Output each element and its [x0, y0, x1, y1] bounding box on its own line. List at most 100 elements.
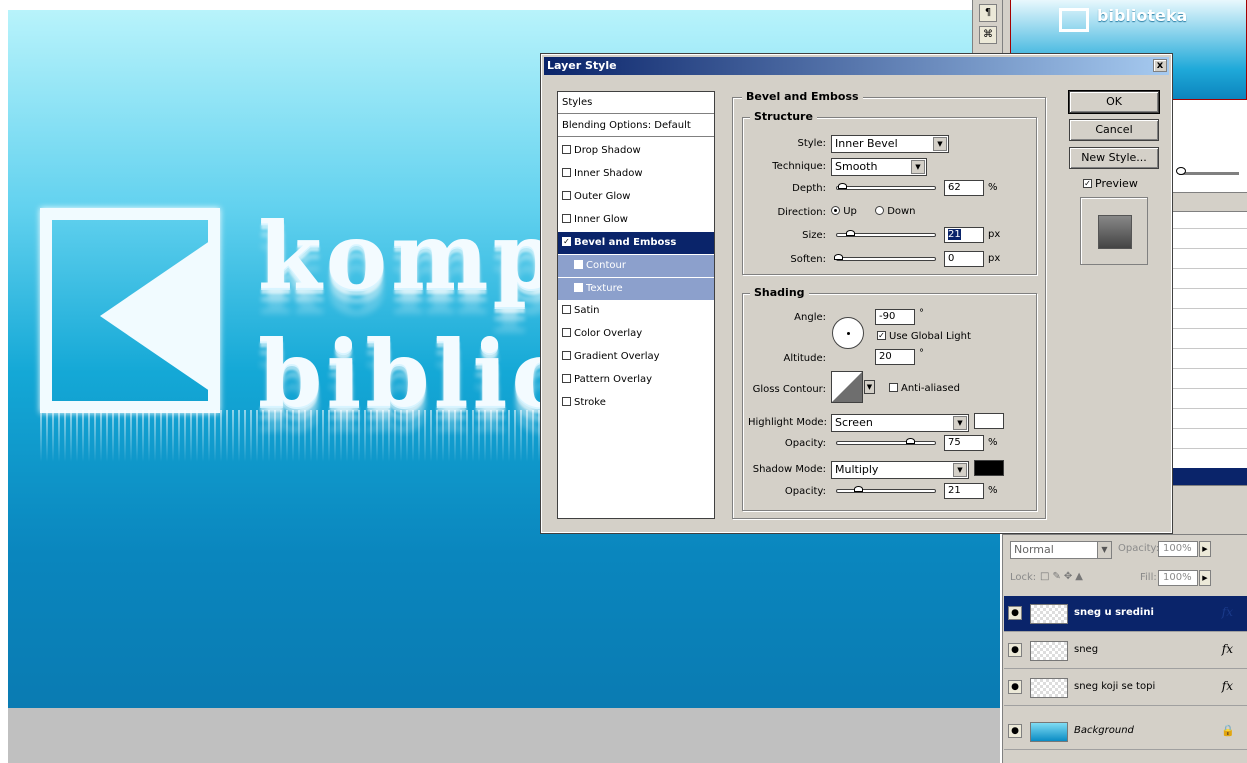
ok-button[interactable]: OK: [1068, 90, 1160, 114]
checkbox[interactable]: [562, 373, 571, 383]
preview-checkbox[interactable]: ✓ Preview: [1083, 177, 1138, 190]
size-label: Size:: [802, 230, 826, 241]
checkbox[interactable]: [562, 144, 571, 154]
chevron-down-icon[interactable]: ▼: [864, 380, 875, 394]
opacity-field[interactable]: 100%: [1158, 541, 1198, 557]
lock-icons[interactable]: □✎✥▲: [1040, 571, 1086, 582]
zoom-slider-thumb[interactable]: [1176, 167, 1186, 175]
highlight-opacity-slider[interactable]: [836, 441, 936, 445]
depth-field[interactable]: 62: [944, 180, 984, 196]
highlight-opacity-thumb[interactable]: [906, 438, 915, 444]
style-item-contour[interactable]: Contour: [558, 255, 714, 277]
checkbox[interactable]: [574, 259, 583, 269]
fx-icon[interactable]: fx: [1222, 679, 1233, 693]
style-preview: [1080, 197, 1148, 265]
shadow-color-swatch[interactable]: [974, 460, 1004, 476]
shadow-opacity-thumb[interactable]: [854, 486, 863, 492]
eye-icon[interactable]: ●: [1008, 643, 1022, 657]
soften-slider[interactable]: [836, 257, 936, 261]
styles-list-header[interactable]: Styles: [558, 92, 714, 114]
checkbox[interactable]: [562, 350, 571, 360]
size-slider-thumb[interactable]: [846, 230, 855, 236]
style-item-bevel-and-emboss[interactable]: ✓ Bevel and Emboss: [558, 232, 714, 254]
fx-icon[interactable]: fx: [1222, 605, 1233, 619]
highlight-opacity-field[interactable]: 75: [944, 435, 984, 451]
style-item-label: Texture: [586, 283, 623, 294]
altitude-field[interactable]: 20: [875, 349, 915, 365]
tool-icon-1[interactable]: ¶: [979, 4, 997, 22]
tool-icon-2[interactable]: ⌘: [979, 26, 997, 44]
use-global-light-checkbox[interactable]: ✓ Use Global Light: [877, 330, 971, 342]
fill-arrow-button[interactable]: ▶: [1199, 570, 1211, 586]
new-style-button[interactable]: New Style...: [1069, 147, 1159, 169]
style-item-outer-glow[interactable]: Outer Glow: [558, 186, 714, 208]
shadow-opacity-field[interactable]: 21: [944, 483, 984, 499]
style-item-color-overlay[interactable]: Color Overlay: [558, 323, 714, 345]
history-selected-row[interactable]: [1173, 468, 1247, 486]
eye-icon[interactable]: ●: [1008, 680, 1022, 694]
blending-options-item[interactable]: Blending Options: Default: [558, 115, 714, 137]
layer-row-sneg-u-sredini[interactable]: ● sneg u sredini fx: [1004, 596, 1247, 632]
direction-down-radio[interactable]: Down: [875, 205, 916, 217]
technique-select[interactable]: Smooth ▼: [831, 158, 927, 176]
checkbox[interactable]: [562, 304, 571, 314]
angle-field[interactable]: -90: [875, 309, 915, 325]
angle-dial[interactable]: [832, 317, 864, 349]
checkbox[interactable]: [562, 167, 571, 177]
checkbox-checked[interactable]: ✓: [562, 236, 571, 246]
layer-row-sneg-koji-se-topi[interactable]: ● sneg koji se topi fx: [1004, 670, 1247, 706]
soften-field[interactable]: 0: [944, 251, 984, 267]
anti-aliased-checkbox[interactable]: Anti-aliased: [889, 382, 961, 394]
gloss-contour-picker[interactable]: [831, 371, 863, 403]
style-item-inner-glow[interactable]: Inner Glow: [558, 209, 714, 231]
style-item-gradient-overlay[interactable]: Gradient Overlay: [558, 346, 714, 368]
highlight-mode-select[interactable]: Screen ▼: [831, 414, 969, 432]
fill-field[interactable]: 100%: [1158, 570, 1198, 586]
bevel-style-select[interactable]: Inner Bevel ▼: [831, 135, 949, 153]
chevron-down-icon: ▼: [953, 416, 967, 430]
opacity-arrow-button[interactable]: ▶: [1199, 541, 1211, 557]
checkbox[interactable]: [562, 190, 571, 200]
highlight-mode-value: Screen: [835, 416, 873, 429]
dialog-titlebar[interactable]: Layer Style x: [544, 57, 1169, 75]
depth-slider-thumb[interactable]: [838, 183, 847, 189]
cancel-button[interactable]: Cancel: [1069, 119, 1159, 141]
layer-row-sneg[interactable]: ● sneg fx: [1004, 633, 1247, 669]
style-item-pattern-overlay[interactable]: Pattern Overlay: [558, 369, 714, 391]
checkbox[interactable]: [574, 282, 583, 292]
style-item-label: Contour: [586, 260, 626, 271]
style-item-inner-shadow[interactable]: Inner Shadow: [558, 163, 714, 185]
fx-icon[interactable]: fx: [1222, 642, 1233, 656]
style-item-stroke[interactable]: Stroke: [558, 392, 714, 414]
structure-title: Structure: [750, 110, 817, 123]
zoom-slider-track[interactable]: [1179, 172, 1239, 175]
highlight-color-swatch[interactable]: [974, 413, 1004, 429]
styles-list: Styles Blending Options: Default Drop Sh…: [557, 91, 715, 519]
checkbox[interactable]: [562, 213, 571, 223]
eye-icon[interactable]: ●: [1008, 724, 1022, 738]
opacity-label: Opacity:: [1118, 543, 1160, 554]
depth-slider[interactable]: [836, 186, 936, 190]
layer-thumbnail: [1030, 722, 1068, 742]
style-item-label: Stroke: [574, 397, 606, 408]
shadow-opacity-slider[interactable]: [836, 489, 936, 493]
style-item-texture[interactable]: Texture: [558, 278, 714, 300]
size-field[interactable]: 21: [944, 227, 984, 243]
layer-row-background[interactable]: ● Background 🔒: [1004, 714, 1247, 750]
checkbox[interactable]: [562, 327, 571, 337]
layer-thumbnail: [1030, 604, 1068, 624]
soften-slider-thumb[interactable]: [834, 254, 843, 260]
style-item-drop-shadow[interactable]: Drop Shadow: [558, 140, 714, 162]
style-item-label: Inner Shadow: [574, 168, 643, 179]
shadow-mode-select[interactable]: Multiply ▼: [831, 461, 969, 479]
close-icon[interactable]: x: [1153, 59, 1167, 72]
blend-mode-select[interactable]: Normal ▼: [1010, 541, 1112, 559]
style-item-satin[interactable]: Satin: [558, 300, 714, 322]
layer-thumbnail: [1030, 641, 1068, 661]
angle-degree: °: [919, 308, 924, 319]
anti-aliased-label: Anti-aliased: [901, 383, 961, 394]
eye-icon[interactable]: ●: [1008, 606, 1022, 620]
checkbox[interactable]: [562, 396, 571, 406]
shading-title: Shading: [750, 286, 809, 299]
direction-up-radio[interactable]: Up: [831, 205, 857, 217]
